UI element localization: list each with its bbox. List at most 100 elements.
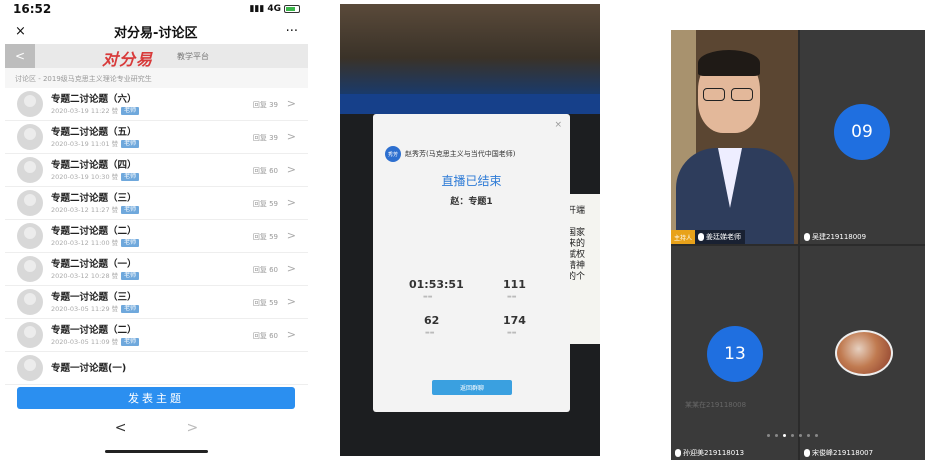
- mic-icon: [804, 449, 810, 457]
- stat-duration: 01:53:51: [409, 278, 464, 291]
- user-avatar: [17, 289, 43, 315]
- browser-forward-icon[interactable]: >: [187, 420, 199, 436]
- user-avatar: [17, 256, 43, 282]
- participant-avatar-number: 09: [834, 104, 890, 160]
- close-icon[interactable]: ×: [554, 120, 562, 130]
- teacher-badge: 老师: [121, 139, 140, 148]
- live-ended-dialog: × 秀芳 赵秀芳(马克思主义与当代中国老师) 直播已结束 赵：专题1 01:53…: [373, 114, 570, 412]
- topic-row[interactable]: 专题二讨论题（五） 2020-03-19 11:01 赞老师 回复 39 >: [5, 121, 308, 154]
- return-to-chat-button[interactable]: 返回群聊: [432, 380, 512, 395]
- topic-row[interactable]: 专题一讨论题（三） 2020-03-05 11:29 赞老师 回复 59 >: [5, 286, 308, 319]
- background-scene: [340, 4, 600, 94]
- page-title: 对分易-讨论区: [114, 25, 198, 41]
- stat-participants-label: ▬▬: [425, 330, 435, 336]
- topic-meta: 专题一讨论题(一): [51, 362, 308, 375]
- participant-name: 孙迎美219118013: [683, 449, 745, 457]
- user-avatar: [17, 223, 43, 249]
- reply-count: 回复 60: [252, 167, 278, 175]
- stat-viewers: 111: [503, 278, 526, 291]
- brand-header: < 对分易 教学平台: [5, 44, 308, 69]
- network-label: 4G: [267, 4, 281, 14]
- topic-date: 2020-03-19 10:30 赞: [51, 172, 119, 181]
- reply-count: 回复 60: [252, 266, 278, 274]
- topic-row[interactable]: 专题二讨论题（六） 2020-03-19 11:22 赞老师 回复 39 >: [5, 88, 308, 121]
- chevron-right-icon: >: [286, 229, 296, 242]
- topic-row[interactable]: 专题一讨论题（二） 2020-03-05 11:09 赞老师 回复 60 >: [5, 319, 308, 352]
- participant-name: 吴建219118009: [812, 233, 867, 241]
- live-status-title: 直播已结束: [441, 174, 502, 188]
- teacher-badge: 老师: [121, 172, 140, 181]
- background-taskbar: [340, 94, 600, 114]
- page-indicator: [767, 434, 818, 437]
- video-tile-participant[interactable]: 宋俊峰219118007: [800, 246, 925, 460]
- stat-participants: 62: [424, 314, 440, 327]
- topic-row[interactable]: 专题二讨论题（四） 2020-03-19 10:30 赞老师 回复 60 >: [5, 154, 308, 187]
- topic-row[interactable]: 专题二讨论题（三） 2020-03-12 11:27 赞老师 回复 59 >: [5, 187, 308, 220]
- stat-viewers-label: ▬▬: [507, 294, 517, 300]
- chevron-right-icon: >: [286, 295, 296, 308]
- topic-title: 专题一讨论题(一): [51, 362, 127, 374]
- host-badge: 主持人: [671, 230, 696, 244]
- reply-count: 回复 60: [252, 332, 278, 340]
- close-icon[interactable]: ×: [15, 24, 26, 39]
- browser-back-icon[interactable]: <: [115, 420, 127, 436]
- host-hair: [698, 50, 760, 76]
- topic-row[interactable]: 专题二讨论题（一） 2020-03-12 10:28 赞老师 回复 60 >: [5, 253, 308, 286]
- video-tile-participant[interactable]: 09 吴建219118009: [800, 30, 925, 244]
- video-tile-host[interactable]: 主持人 姜廷娣老师: [671, 30, 798, 244]
- mic-icon: [698, 233, 705, 241]
- status-indicators: ▮▮▮ 4G: [249, 4, 300, 14]
- teacher-badge: 老师: [121, 271, 140, 280]
- signal-icon: ▮▮▮: [249, 4, 265, 14]
- video-tile-participant[interactable]: 13 孙迎美219118013: [671, 246, 798, 460]
- chevron-right-icon: >: [286, 262, 296, 275]
- topic-row[interactable]: 专题一讨论题(一): [5, 352, 308, 385]
- status-bar: 16:52 ▮▮▮ 4G: [5, 0, 308, 18]
- topic-date: 2020-03-12 11:27 赞: [51, 205, 119, 214]
- reply-count: 回复 39: [252, 134, 278, 142]
- glasses-icon: [703, 88, 757, 102]
- reply-count: 回复 59: [252, 299, 278, 307]
- host-name: 赵秀芳(马克思主义与当代中国老师): [405, 150, 516, 158]
- post-topic-button[interactable]: 发表主题: [17, 387, 295, 409]
- chat-overlay-text: 某某在219118008: [685, 401, 747, 409]
- teacher-badge: 老师: [121, 238, 140, 247]
- participant-name-bar: 吴建219118009: [800, 230, 870, 244]
- live-ended-screen: 开端 国家 来的 赋权 精神 的个 × 秀芳 赵秀芳(马克思主义与当代中国老师) 直播已…: [340, 4, 600, 456]
- mic-icon: [675, 449, 681, 457]
- participant-name: 姜廷娣老师: [706, 233, 742, 241]
- reply-count: 回复 39: [252, 101, 278, 109]
- brand-subtitle: 教学平台: [177, 52, 209, 61]
- user-avatar: [17, 124, 43, 150]
- stat-likes: 174: [503, 314, 526, 327]
- topic-date: 2020-03-19 11:22 赞: [51, 106, 119, 115]
- stat-likes-label: ▬▬: [507, 330, 517, 336]
- reply-count: 回复 59: [252, 200, 278, 208]
- user-avatar: [17, 190, 43, 216]
- topic-row[interactable]: 专题二讨论题（二） 2020-03-12 11:00 赞老师 回复 59 >: [5, 220, 308, 253]
- host-info: 秀芳 赵秀芳(马克思主义与当代中国老师): [385, 146, 515, 162]
- topic-date: 2020-03-05 11:09 赞: [51, 337, 119, 346]
- chevron-right-icon: >: [286, 130, 296, 143]
- bottom-nav: < >: [5, 414, 308, 442]
- reply-count: 回复 59: [252, 233, 278, 241]
- back-button[interactable]: <: [5, 44, 35, 68]
- user-avatar: [17, 322, 43, 348]
- topic-date: 2020-03-12 11:00 赞: [51, 238, 119, 247]
- mic-icon: [804, 233, 810, 241]
- forum-phone-screen: 16:52 ▮▮▮ 4G × 对分易-讨论区 ··· < 对分易 教学平台 讨论…: [5, 0, 308, 459]
- chevron-right-icon: >: [286, 163, 296, 176]
- more-icon[interactable]: ···: [286, 24, 298, 39]
- host-avatar: 秀芳: [385, 146, 401, 162]
- live-subtitle: 赵：专题1: [450, 197, 493, 207]
- chevron-right-icon: >: [286, 196, 296, 209]
- status-time: 16:52: [13, 2, 52, 16]
- participant-name-bar: 孙迎美219118013: [671, 446, 748, 460]
- teacher-badge: 老师: [121, 205, 140, 214]
- participant-avatar-number: 13: [707, 326, 763, 382]
- teacher-badge: 老师: [121, 304, 140, 313]
- teacher-badge: 老师: [121, 106, 140, 115]
- topic-date: 2020-03-12 10:28 赞: [51, 271, 119, 280]
- nav-bar: × 对分易-讨论区 ···: [5, 18, 308, 44]
- background-document: 开端 国家 来的 赋权 精神 的个: [565, 194, 600, 344]
